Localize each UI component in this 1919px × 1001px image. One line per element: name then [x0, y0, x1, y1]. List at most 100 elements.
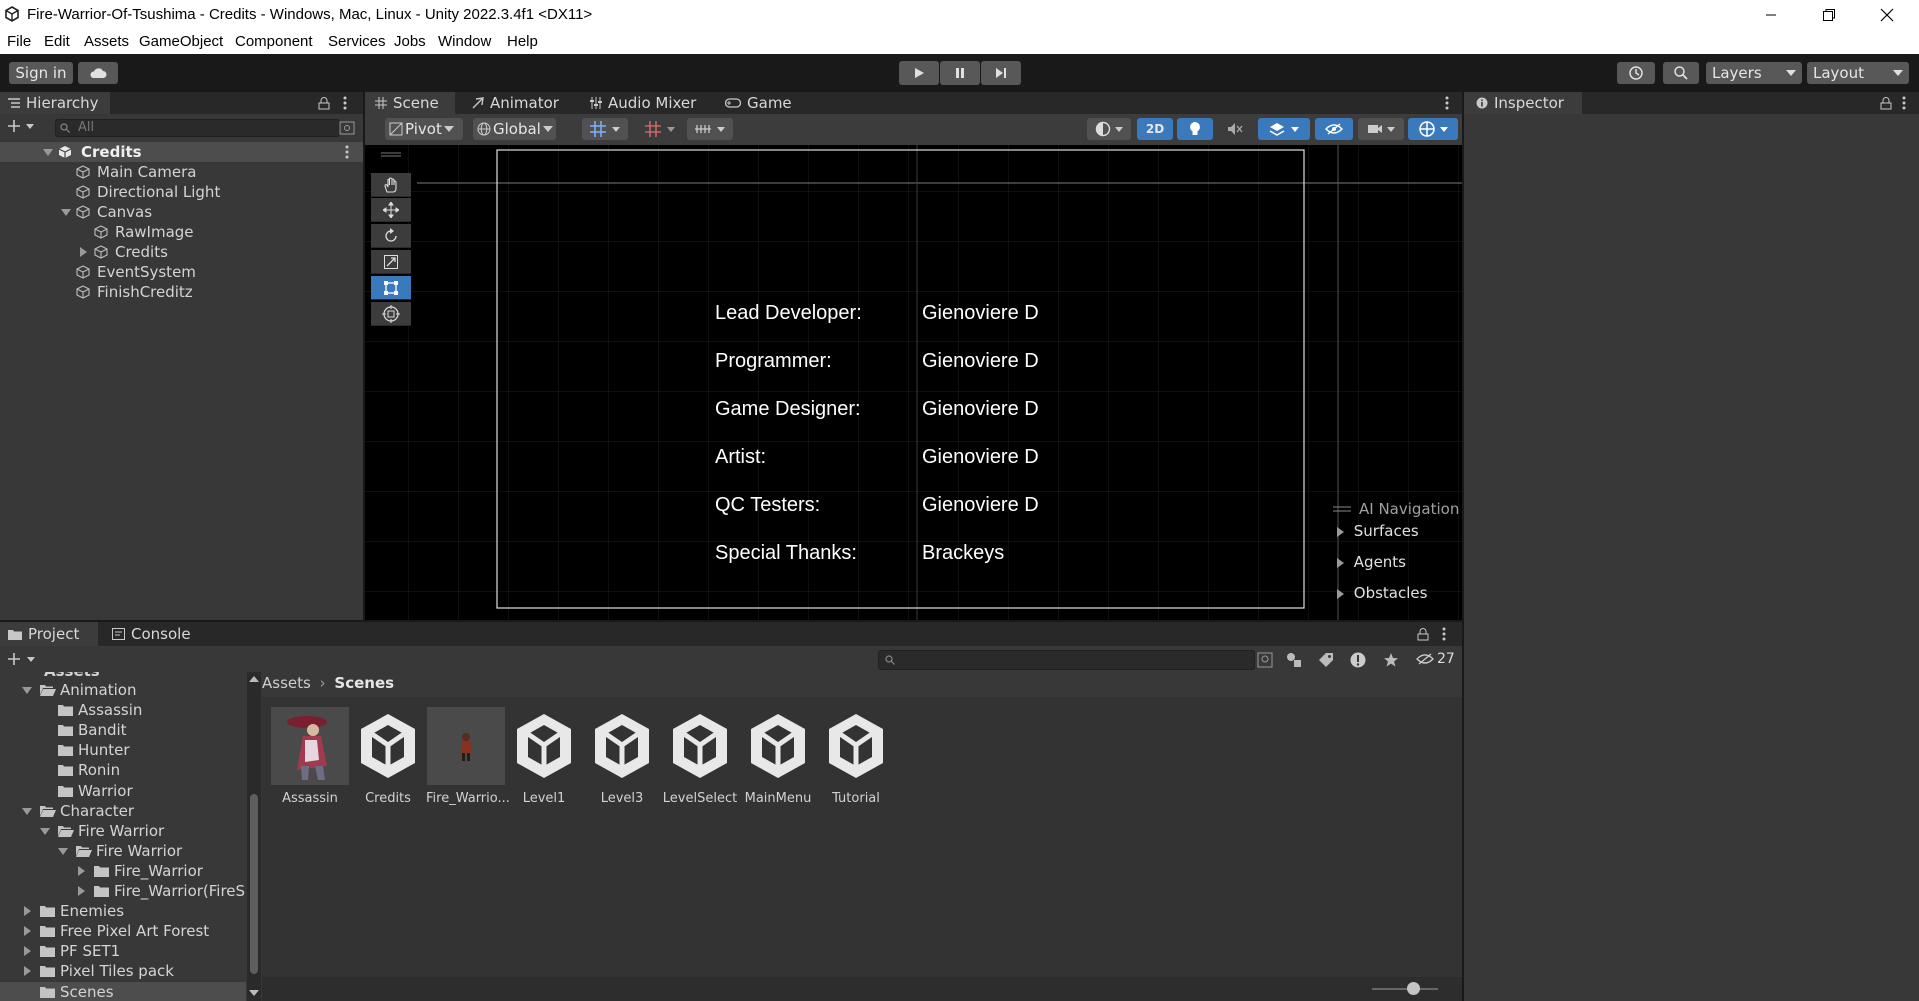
tab-project[interactable]: Project [0, 622, 98, 646]
menu-services[interactable]: Services [328, 33, 386, 50]
project-add-button[interactable] [8, 652, 38, 666]
expand-arrow-icon[interactable] [22, 807, 32, 815]
star-icon[interactable] [1383, 652, 1399, 668]
scrollbar-thumb[interactable] [250, 794, 258, 974]
history-button[interactable] [1617, 62, 1655, 84]
ai-nav-item-agents[interactable]: Agents [1337, 553, 1406, 571]
move-tool-button[interactable] [371, 198, 411, 222]
cloud-button[interactable] [78, 62, 118, 84]
scroll-up-icon[interactable] [249, 676, 259, 682]
hierarchy-add-button[interactable] [8, 119, 36, 133]
tree-scrollbar[interactable] [247, 672, 261, 1001]
project-tree-item[interactable]: Enemies [0, 901, 246, 921]
gizmos-dropdown[interactable] [1408, 118, 1458, 140]
close-button[interactable] [1864, 0, 1910, 30]
breadcrumb-assets[interactable]: Assets [262, 674, 311, 692]
hand-tool-button[interactable] [371, 173, 411, 197]
menu-edit[interactable]: Edit [44, 33, 70, 50]
tab-animator[interactable]: Animator [472, 92, 559, 114]
2d-toggle-button[interactable]: 2D [1137, 118, 1173, 140]
collapse-arrow-icon[interactable] [78, 886, 85, 896]
tab-audio-mixer[interactable]: Audio Mixer [590, 92, 696, 114]
sign-in-button[interactable]: Sign in [9, 62, 73, 84]
increment-snap-dropdown[interactable] [637, 118, 683, 140]
step-button[interactable] [981, 61, 1021, 85]
filter-type-icon[interactable] [1286, 652, 1302, 668]
restore-button[interactable] [1806, 0, 1852, 30]
project-tree-item[interactable]: Bandit [0, 720, 246, 740]
project-tree-item[interactable]: Free Pixel Art Forest [0, 921, 246, 941]
rotate-tool-button[interactable] [371, 224, 411, 248]
pause-button[interactable] [940, 61, 980, 85]
asset-item[interactable]: Credits [348, 707, 428, 806]
layout-dropdown[interactable]: Layout [1807, 62, 1909, 84]
menu-file[interactable]: File [7, 33, 31, 50]
global-dropdown[interactable]: Global [473, 118, 556, 140]
collapse-arrow-icon[interactable] [24, 906, 31, 917]
scroll-down-icon[interactable] [249, 990, 259, 996]
asset-item[interactable]: LevelSelect [660, 707, 740, 806]
camera-dropdown[interactable] [1358, 118, 1404, 140]
collapse-arrow-icon[interactable] [24, 966, 31, 977]
draw-mode-dropdown[interactable] [1087, 118, 1131, 140]
tag-icon[interactable] [1318, 652, 1334, 668]
play-button[interactable] [899, 61, 939, 85]
tab-game[interactable]: Game [725, 92, 792, 114]
ai-nav-item-obstacles[interactable]: Obstacles [1337, 584, 1427, 602]
asset-item[interactable]: Fire_Warrio... [426, 707, 510, 806]
kebab-menu-icon[interactable] [1441, 627, 1447, 641]
search-button[interactable] [1663, 62, 1699, 84]
project-tree-item[interactable]: PF SET1 [0, 941, 246, 961]
grid-snap-dropdown[interactable] [582, 118, 628, 140]
warning-icon[interactable] [1350, 652, 1366, 668]
project-tree-item[interactable]: Ronin [0, 760, 246, 780]
lock-icon[interactable] [1417, 628, 1429, 641]
tab-console[interactable]: Console [112, 622, 191, 646]
kebab-menu-icon[interactable] [342, 96, 348, 110]
expand-arrow-icon[interactable] [40, 827, 50, 835]
hidden-packages-toggle[interactable]: 27 [1416, 651, 1455, 667]
hierarchy-search-field[interactable]: All [55, 119, 340, 137]
asset-item[interactable]: Tutorial [816, 707, 896, 806]
drag-handle-icon[interactable] [1333, 506, 1351, 512]
project-tree-item[interactable]: Warrior [0, 781, 246, 801]
asset-item[interactable]: Level3 [582, 707, 662, 806]
icon-size-slider-thumb[interactable] [1407, 982, 1420, 995]
kebab-menu-icon[interactable] [1901, 96, 1907, 110]
project-tree-item[interactable]: Scenes [0, 981, 246, 1001]
hierarchy-scene-row[interactable]: Credits [0, 142, 363, 162]
rect-tool-button[interactable] [371, 276, 411, 300]
expand-arrow-icon[interactable] [22, 687, 32, 694]
search-scope-icon[interactable] [1257, 652, 1273, 668]
tab-scene[interactable]: Scene [365, 92, 455, 114]
project-tree-item[interactable]: Pixel Tiles pack [0, 961, 246, 981]
minimize-button[interactable] [1748, 0, 1794, 30]
scale-tool-button[interactable] [371, 250, 411, 274]
hierarchy-item-main-camera[interactable]: Main Camera [0, 162, 363, 182]
layers-dropdown[interactable]: Layers [1706, 62, 1802, 84]
menu-help[interactable]: Help [507, 33, 538, 50]
hierarchy-item-rawimage[interactable]: RawImage [0, 222, 363, 242]
collapse-arrow-icon[interactable] [24, 926, 31, 937]
kebab-menu-icon[interactable] [1444, 96, 1450, 110]
hierarchy-item-directional-light[interactable]: Directional Light [0, 182, 363, 202]
pivot-dropdown[interactable]: Pivot [385, 118, 463, 140]
menu-window[interactable]: Window [438, 33, 491, 50]
icon-size-slider-track[interactable] [1372, 988, 1438, 990]
scene-viewport[interactable] [365, 145, 1462, 620]
ruler-dropdown[interactable] [687, 118, 733, 140]
breadcrumb-scenes[interactable]: Scenes [334, 674, 394, 692]
asset-item[interactable]: Level1 [504, 707, 584, 806]
search-scene-icon[interactable] [339, 121, 355, 135]
menu-component[interactable]: Component [235, 33, 313, 50]
expand-arrow-icon[interactable] [61, 209, 71, 216]
scene-visibility-toggle-button[interactable] [1315, 118, 1353, 140]
menu-assets[interactable]: Assets [84, 33, 129, 50]
effects-dropdown[interactable] [1258, 118, 1310, 140]
assets-root-label[interactable]: Assets [44, 672, 100, 680]
project-search-field[interactable] [878, 650, 1255, 670]
tab-inspector[interactable]: Inspector [1464, 92, 1582, 114]
audio-toggle-button[interactable] [1217, 118, 1253, 140]
hierarchy-item-eventsystem[interactable]: EventSystem [0, 262, 363, 282]
hierarchy-item-credits-child[interactable]: Credits [0, 242, 363, 262]
